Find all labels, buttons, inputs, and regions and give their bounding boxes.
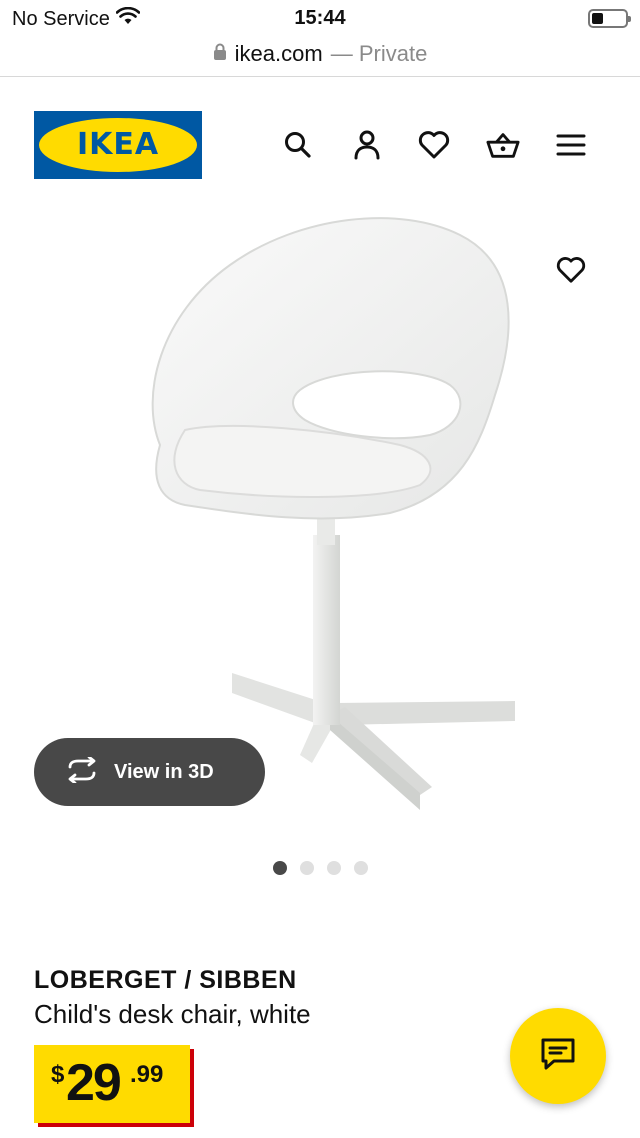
price-currency: $ — [51, 1061, 65, 1088]
address-bar[interactable]: ikea.com — Private — [0, 34, 640, 74]
ikea-logo[interactable]: IKEA — [34, 111, 202, 179]
view-in-3d-button[interactable]: View in 3D — [34, 738, 265, 806]
chat-button[interactable] — [510, 1008, 606, 1104]
status-bar: No Service 15:44 — [0, 0, 640, 36]
battery-icon — [588, 9, 631, 28]
carousel-dot[interactable] — [326, 861, 341, 875]
price-whole: 29 — [66, 1054, 122, 1112]
search-icon[interactable] — [281, 128, 315, 162]
carousel-dot[interactable] — [272, 861, 287, 875]
battery-level — [592, 13, 603, 24]
url-domain: ikea.com — [234, 41, 323, 66]
menu-icon[interactable] — [554, 128, 588, 162]
user-icon[interactable] — [350, 128, 384, 162]
price-decimal: .99 — [130, 1061, 164, 1088]
clock: 15:44 — [294, 7, 346, 29]
heart-icon[interactable] — [417, 128, 451, 162]
private-label: — Private — [330, 41, 428, 66]
carousel-dot[interactable] — [353, 861, 368, 875]
logo-text: IKEA — [76, 127, 160, 162]
carousel-dot[interactable] — [299, 861, 314, 875]
product-name: LOBERGET / SIBBEN — [34, 966, 297, 994]
basket-icon[interactable] — [486, 128, 520, 162]
price-tag: $ 29 .99 — [34, 1045, 190, 1123]
product-description: Child's desk chair, white — [34, 999, 311, 1029]
view-in-3d-label: View in 3D — [114, 760, 214, 783]
wishlist-heart-icon[interactable] — [552, 251, 590, 289]
rotate-3d-icon — [64, 755, 100, 788]
carousel-dots — [0, 861, 640, 875]
lock-icon — [213, 41, 227, 67]
divider — [0, 76, 640, 77]
chat-icon — [540, 1037, 576, 1076]
